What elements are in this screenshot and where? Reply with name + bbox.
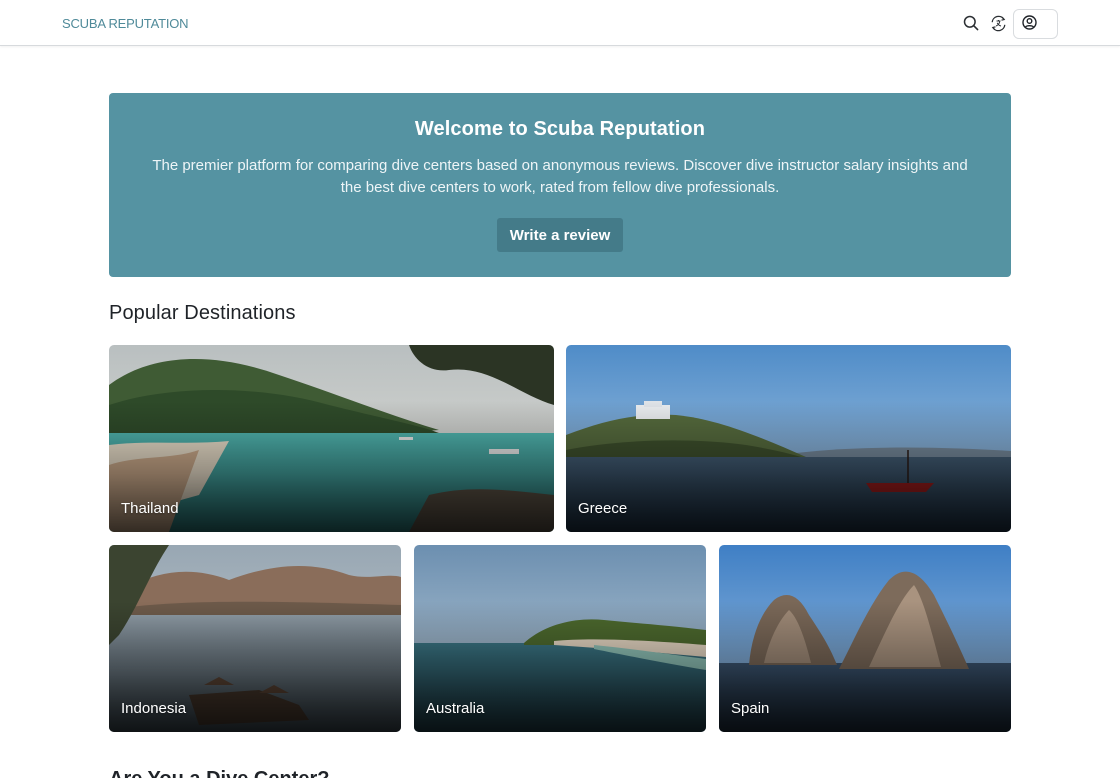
destination-card-spain[interactable]: Spain [719, 545, 1011, 732]
dive-center-section-heading: Are You a Dive Center? [109, 768, 329, 778]
destination-label: Indonesia [121, 700, 187, 717]
brand-logo-link[interactable]: SCUBA REPUTATION [62, 16, 189, 31]
write-review-button[interactable]: Write a review [497, 218, 623, 252]
card-gradient-overlay [566, 401, 1011, 532]
destination-card-greece[interactable]: Greece [566, 345, 1011, 532]
destination-label: Spain [731, 700, 770, 717]
account-button[interactable] [1013, 9, 1058, 39]
destination-card-australia[interactable]: Australia [414, 545, 706, 732]
welcome-hero-banner: Welcome to Scuba Reputation The premier … [109, 93, 1011, 277]
destination-label: Thailand [121, 500, 179, 517]
popular-destinations-heading: Popular Destinations [109, 302, 296, 324]
hero-title: Welcome to Scuba Reputation [414, 118, 706, 140]
destination-card-thailand[interactable]: Thailand [109, 345, 554, 532]
hero-description: The premier platform for comparing dive … [152, 157, 968, 196]
language-icon[interactable] [989, 14, 1007, 32]
account-icon [1022, 15, 1037, 33]
search-icon[interactable] [962, 14, 980, 32]
destination-label: Greece [578, 500, 628, 517]
destination-label: Australia [426, 700, 485, 717]
destination-card-indonesia[interactable]: Indonesia [109, 545, 401, 732]
top-navigation-bar: SCUBA REPUTATION [0, 0, 1120, 46]
